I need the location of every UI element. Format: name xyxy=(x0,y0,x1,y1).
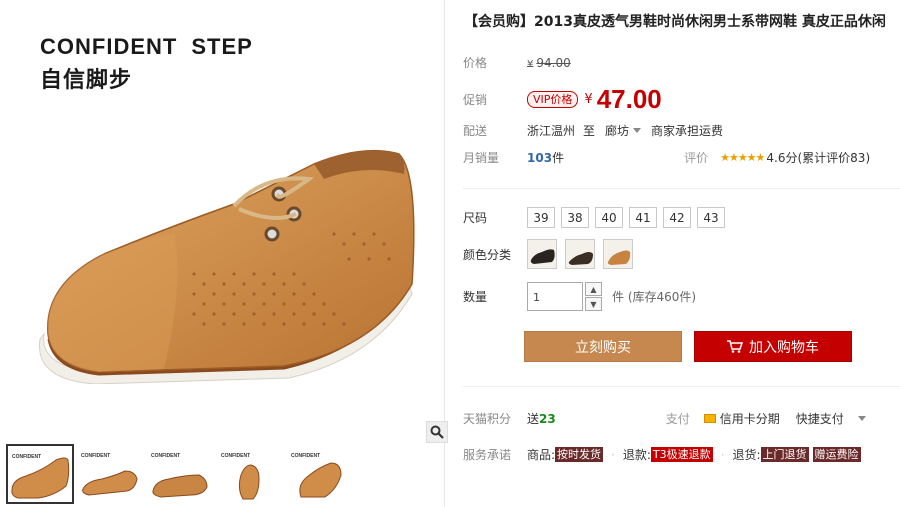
size-option[interactable]: 41 xyxy=(629,207,657,228)
chevron-down-icon[interactable] xyxy=(633,128,642,133)
product-title: 【会员购】2013真皮透气男鞋时尚休闲男士系带网鞋 真皮正品休闲 xyxy=(464,14,886,30)
buy-now-button[interactable]: 立刻购买 xyxy=(524,331,682,362)
color-swatch-dark[interactable] xyxy=(565,239,595,269)
shipping-insurance-tag: 赠运费险 xyxy=(812,447,861,462)
service-label: 服务承诺 xyxy=(463,448,512,462)
size-label: 尺码 xyxy=(463,211,488,225)
shipping-from: 浙江温州 xyxy=(527,124,576,138)
shipping-label: 配送 xyxy=(463,124,488,138)
brand-logo: CONFIDENT STEP 自信脚步 xyxy=(40,34,253,93)
quantity-stepper: ▲ ▼ xyxy=(585,282,602,311)
promo-price: 47.00 xyxy=(596,84,662,114)
monthly-sales-label: 月销量 xyxy=(463,151,500,165)
original-price-row: 价格 ¥94.00 xyxy=(463,54,571,71)
divider xyxy=(463,386,900,387)
main-product-image[interactable]: CONFIDENT STEP 自信脚步 xyxy=(4,4,448,443)
vip-price-tag: VIP价格 xyxy=(527,91,579,108)
size-row: 尺码 39 38 40 41 42 43 xyxy=(463,207,731,228)
product-gallery: CONFIDENT STEP 自信脚步 CONFIDENT CONFIDENT … xyxy=(0,0,448,507)
shoe-illustration xyxy=(38,149,415,384)
points-value: 23 xyxy=(539,411,556,426)
monthly-sales-count: 103 xyxy=(527,150,553,165)
swatch-shoe-dark xyxy=(568,252,593,265)
color-swatch-black[interactable] xyxy=(527,239,557,269)
thumbnail-3[interactable]: CONFIDENT xyxy=(146,444,214,504)
rating-label: 评价 xyxy=(684,151,709,165)
thumbnail-2[interactable]: CONFIDENT xyxy=(76,444,144,504)
thumbnail-5[interactable]: CONFIDENT xyxy=(286,444,354,504)
zoom-button[interactable] xyxy=(426,421,448,443)
color-label: 颜色分类 xyxy=(463,247,512,262)
thumbnail-1[interactable]: CONFIDENT xyxy=(6,444,74,504)
points-label: 天猫积分 xyxy=(463,412,512,426)
stock-text: 件 (库存460件) xyxy=(612,290,697,304)
cart-icon xyxy=(727,340,743,353)
size-option[interactable]: 38 xyxy=(561,207,589,228)
thumbnail-4[interactable]: CONFIDENT xyxy=(216,444,284,504)
size-option[interactable]: 42 xyxy=(663,207,691,228)
on-time-delivery-tag: 按时发货 xyxy=(555,447,604,462)
sales-row: 月销量 103 件 评价 ★★★★★ 4.6分(累计评价83) xyxy=(463,149,871,166)
pay-label: 支付 xyxy=(665,412,690,426)
shipping-fee: 商家承担运费 xyxy=(651,124,724,138)
color-swatch-tan[interactable] xyxy=(603,239,633,269)
rating-score[interactable]: 4.6分(累计评价83) xyxy=(766,149,870,166)
shipping-row: 配送 浙江温州 至 廊坊 商家承担运费 xyxy=(463,122,724,139)
quantity-row: 数量 1 ▲ ▼ 件 (库存460件) xyxy=(463,282,696,311)
add-to-cart-button[interactable]: 加入购物车 xyxy=(694,331,852,362)
promo-price-row: 促销 VIP价格 ¥ 47.00 xyxy=(463,84,662,114)
size-option[interactable]: 40 xyxy=(595,207,623,228)
service-row: 服务承诺 商品: 按时发货 · 退款: T3极速退款 · 退货: 上门退货 赠运… xyxy=(463,447,861,462)
credit-card-installment[interactable]: 信用卡分期 xyxy=(720,410,780,427)
thumbnail-strip: CONFIDENT CONFIDENT CONFIDENT CONFIDENT xyxy=(4,444,444,507)
quantity-input[interactable]: 1 xyxy=(527,282,583,311)
points-row: 天猫积分 送 23 支付 信用卡分期 快捷支付 xyxy=(463,410,876,427)
pickup-return-tag: 上门退货 xyxy=(760,447,809,462)
swatch-shoe-tan xyxy=(607,250,631,265)
increase-button[interactable]: ▲ xyxy=(585,282,602,296)
destination-select[interactable]: 廊坊 xyxy=(605,122,629,139)
fast-refund-tag: T3极速退款 xyxy=(650,447,713,462)
credit-card-icon xyxy=(703,414,716,423)
color-row: 颜色分类 xyxy=(463,239,641,269)
divider xyxy=(463,188,900,189)
magnifier-icon xyxy=(430,425,444,439)
quick-pay[interactable]: 快捷支付 xyxy=(796,410,844,427)
size-option[interactable]: 43 xyxy=(697,207,725,228)
swatch-shoe-black xyxy=(530,249,555,264)
chevron-down-icon[interactable] xyxy=(857,416,866,421)
product-info: 【会员购】2013真皮透气男鞋时尚休闲男士系带网鞋 真皮正品休闲 价格 ¥94.… xyxy=(446,0,900,507)
decrease-button[interactable]: ▼ xyxy=(585,297,602,311)
rating-stars-icon: ★★★★★ xyxy=(720,151,765,164)
original-price: ¥94.00 xyxy=(527,55,571,70)
promo-label: 促销 xyxy=(463,93,488,107)
price-label: 价格 xyxy=(463,56,488,70)
quantity-label: 数量 xyxy=(463,290,488,304)
size-option[interactable]: 39 xyxy=(527,207,555,228)
